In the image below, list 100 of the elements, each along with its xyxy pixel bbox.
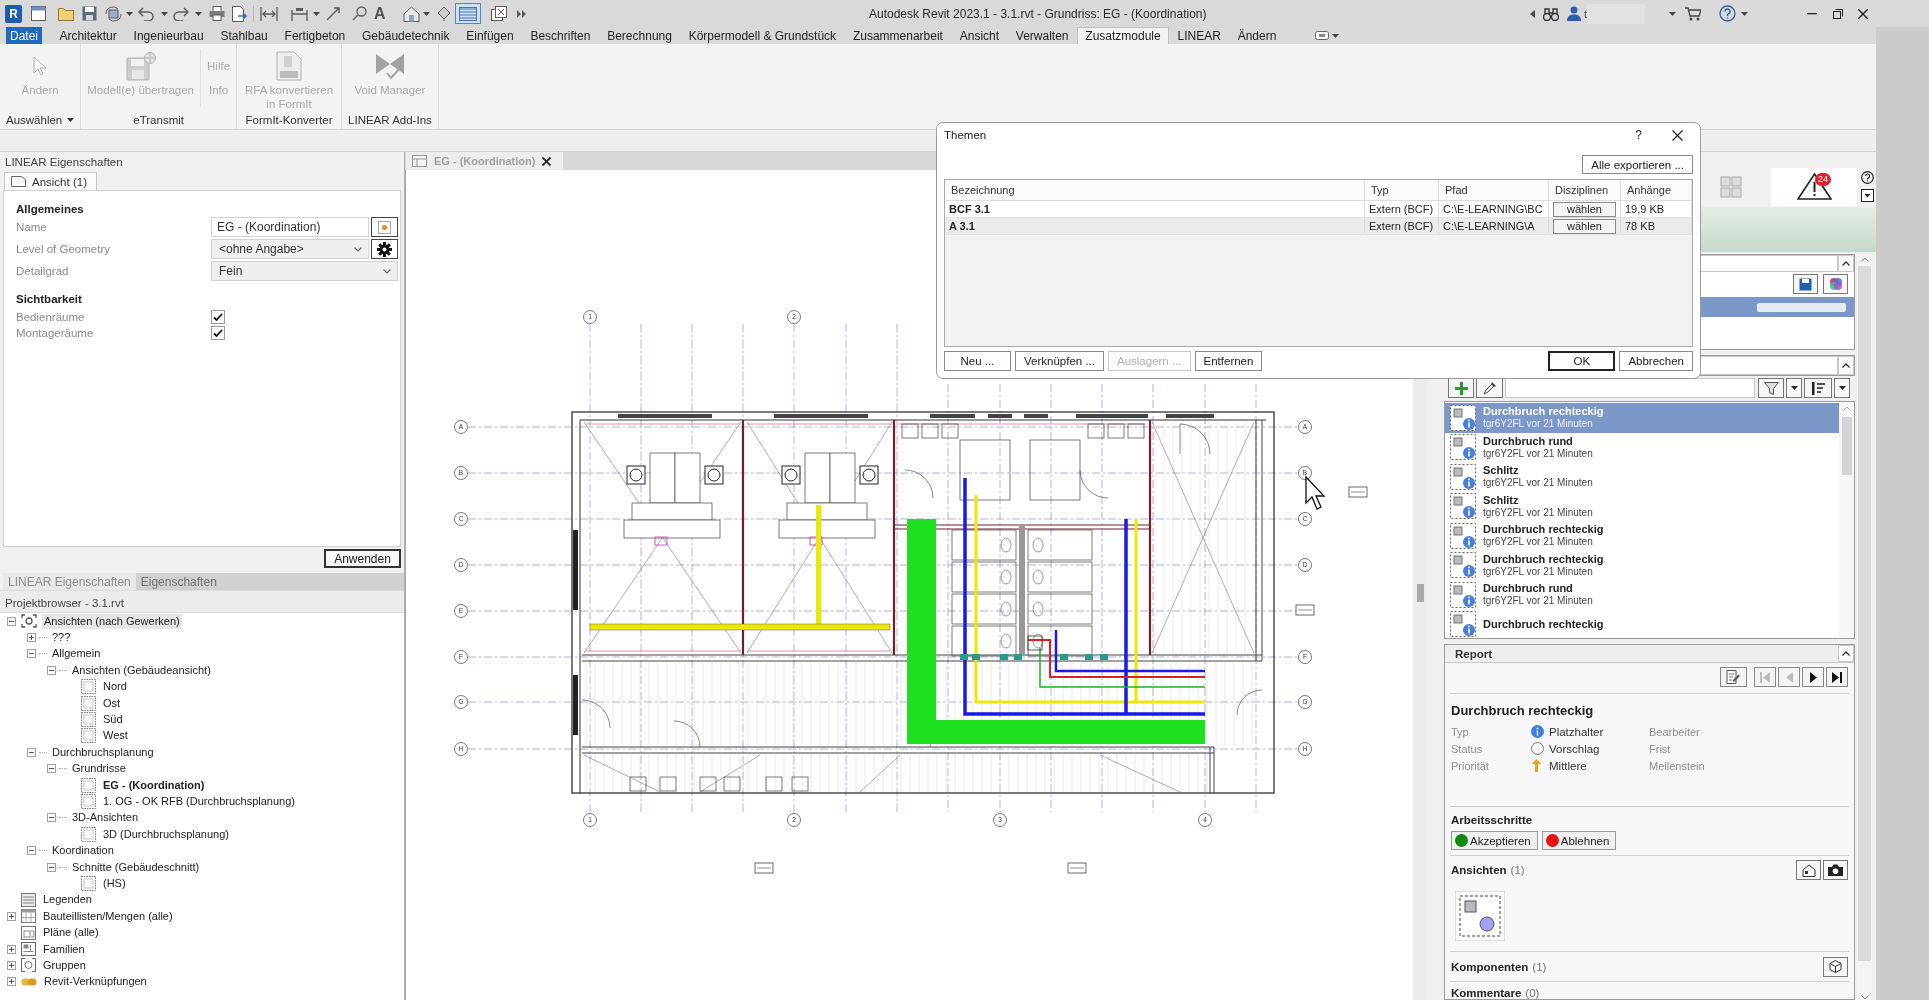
table-row[interactable]: A 3.1 Extern (BCF) C:\E-LEARNING\A wählen 78 KB [945,218,1692,235]
caret-icon[interactable] [1741,11,1748,16]
scrollbar-thumb[interactable] [1858,266,1871,961]
caret-icon[interactable] [422,11,430,16]
app-logo[interactable]: R [5,4,22,23]
tree-item[interactable]: Grundrisse [70,761,128,777]
thin-lines-button[interactable] [454,3,481,24]
camera-button[interactable] [1823,860,1848,880]
user-icon[interactable] [1566,6,1581,21]
close-windows-icon[interactable] [490,6,507,21]
collapse-icon[interactable] [26,747,36,757]
caret-icon[interactable] [161,11,168,16]
scroll-handle[interactable] [1416,584,1424,602]
filter-button[interactable] [1758,378,1784,398]
caret-icon[interactable] [126,11,133,16]
view-tag-icon[interactable] [1295,604,1315,616]
expand-icon[interactable] [6,911,16,921]
redo-icon[interactable] [173,6,189,21]
sheet-icon[interactable] [31,6,46,21]
ribbon-tab[interactable]: Gebäudetechnik [353,27,458,44]
panel-toggle-icon[interactable] [1314,31,1329,40]
step-button[interactable]: Ablehnen [1541,831,1617,850]
tree-item[interactable]: Allgemein [50,646,103,662]
color-button[interactable] [1823,274,1848,294]
export-button[interactable]: Alle exportieren ... [1582,155,1693,174]
tree-item[interactable]: 1. OG - OK RFB (Durchbruchsplanung) [101,794,297,809]
column-header[interactable]: Anhänge [1621,180,1692,200]
warnings-button[interactable]: 24 [1771,167,1857,206]
tree-item[interactable]: Süd [101,712,125,728]
ribbon-tab[interactable]: Ingenieurbau [125,27,212,44]
expand-icon[interactable] [6,960,16,970]
add-button[interactable] [1448,378,1474,398]
dialog-button[interactable]: Neu ... [944,351,1011,371]
pick-button[interactable] [1476,378,1503,398]
help-icon[interactable] [1860,171,1874,184]
collapse-button[interactable] [1838,255,1854,272]
section-icon[interactable] [436,6,451,21]
tree-item[interactable]: Familien [41,941,87,957]
collapse-icon[interactable] [26,649,36,659]
table-row[interactable]: BCF 3.1 Extern (BCF) C:\E-LEARNING\BC wählen 19,9 KB [945,201,1692,218]
help-button[interactable]: ? [1635,128,1642,142]
cube-button[interactable] [1823,956,1848,977]
tree-item[interactable]: Koordination [50,843,116,859]
ribbon-tab[interactable]: Einfügen [457,27,522,44]
collapse-icon[interactable] [6,616,16,626]
house-icon[interactable] [402,5,420,22]
close-icon[interactable] [542,156,552,166]
close-icon[interactable] [1858,8,1868,19]
tree-item[interactable]: Legenden [41,892,94,908]
pick-button[interactable] [371,217,398,237]
last-button[interactable] [1826,667,1848,687]
dropdown-field[interactable]: Fein [211,261,398,281]
save-icon[interactable] [82,6,97,21]
settings-button[interactable] [371,239,398,259]
ribbon-tab[interactable]: Beschriften [522,27,599,44]
dropdown-icon[interactable] [1860,189,1874,202]
select-button[interactable]: wählen [1553,201,1616,217]
dialog-button[interactable]: Verknüpfen ... [1015,351,1104,371]
ribbon-tab[interactable]: Zusatzmodule [1076,27,1170,44]
step-button[interactable]: Akzeptieren [1451,831,1538,850]
search-field[interactable] [1505,378,1755,398]
tree-item[interactable]: Nord [101,679,129,695]
tree-item[interactable]: Gruppen [41,957,88,973]
ribbon-tab[interactable]: Verwalten [1007,27,1077,44]
dialog-button[interactable]: Entfernen [1194,351,1263,371]
binoculars-icon[interactable] [1542,6,1559,21]
tree-item[interactable]: (HS) [101,875,128,891]
filter-menu-button[interactable] [1786,378,1802,398]
caret-icon[interactable] [1331,33,1339,38]
double-chevron-icon[interactable] [516,9,526,18]
ribbon-tab[interactable]: Ansicht [951,27,1008,44]
dimension-icon[interactable] [291,6,308,21]
ribbon-tab[interactable]: Stahlbau [212,27,277,44]
dialog-button[interactable]: OK [1548,351,1616,371]
user-name[interactable]: t [1583,7,1587,20]
name-field[interactable]: EG - (Koordination) [211,217,369,237]
expand-icon[interactable] [6,977,16,987]
collapse-icon[interactable] [46,813,56,823]
print-icon[interactable] [209,6,225,21]
minimize-icon[interactable] [1807,12,1817,15]
tree-item[interactable]: ??? [50,630,73,646]
tree-item[interactable]: Durchbruchsplanung [50,744,156,760]
tree-item[interactable]: Ansichten (Gebäudeansicht) [70,662,213,678]
text-tool-button[interactable]: A [374,4,386,23]
caret-icon[interactable] [1669,11,1676,16]
folder-icon[interactable] [58,6,74,21]
ribbon-tab[interactable]: Körpermodell & Grundstück [680,27,845,44]
chevron-left-icon[interactable] [1529,9,1535,18]
view-thumbnail[interactable] [1455,891,1505,941]
expand-icon[interactable] [6,944,16,954]
collapse-icon[interactable] [26,846,36,856]
restore-icon[interactable] [1833,8,1843,19]
scrollbar-thumb[interactable] [1841,417,1852,475]
ribbon-tab[interactable]: Datei [6,27,42,44]
dialog-button[interactable]: Abbrechen [1619,351,1693,371]
ribbon-tab[interactable]: Fertigbeton [276,27,354,44]
caret-icon[interactable] [67,118,75,122]
tree-item[interactable]: Ost [101,695,123,711]
save-button[interactable] [1793,274,1818,294]
tree-item[interactable]: West [101,728,130,744]
